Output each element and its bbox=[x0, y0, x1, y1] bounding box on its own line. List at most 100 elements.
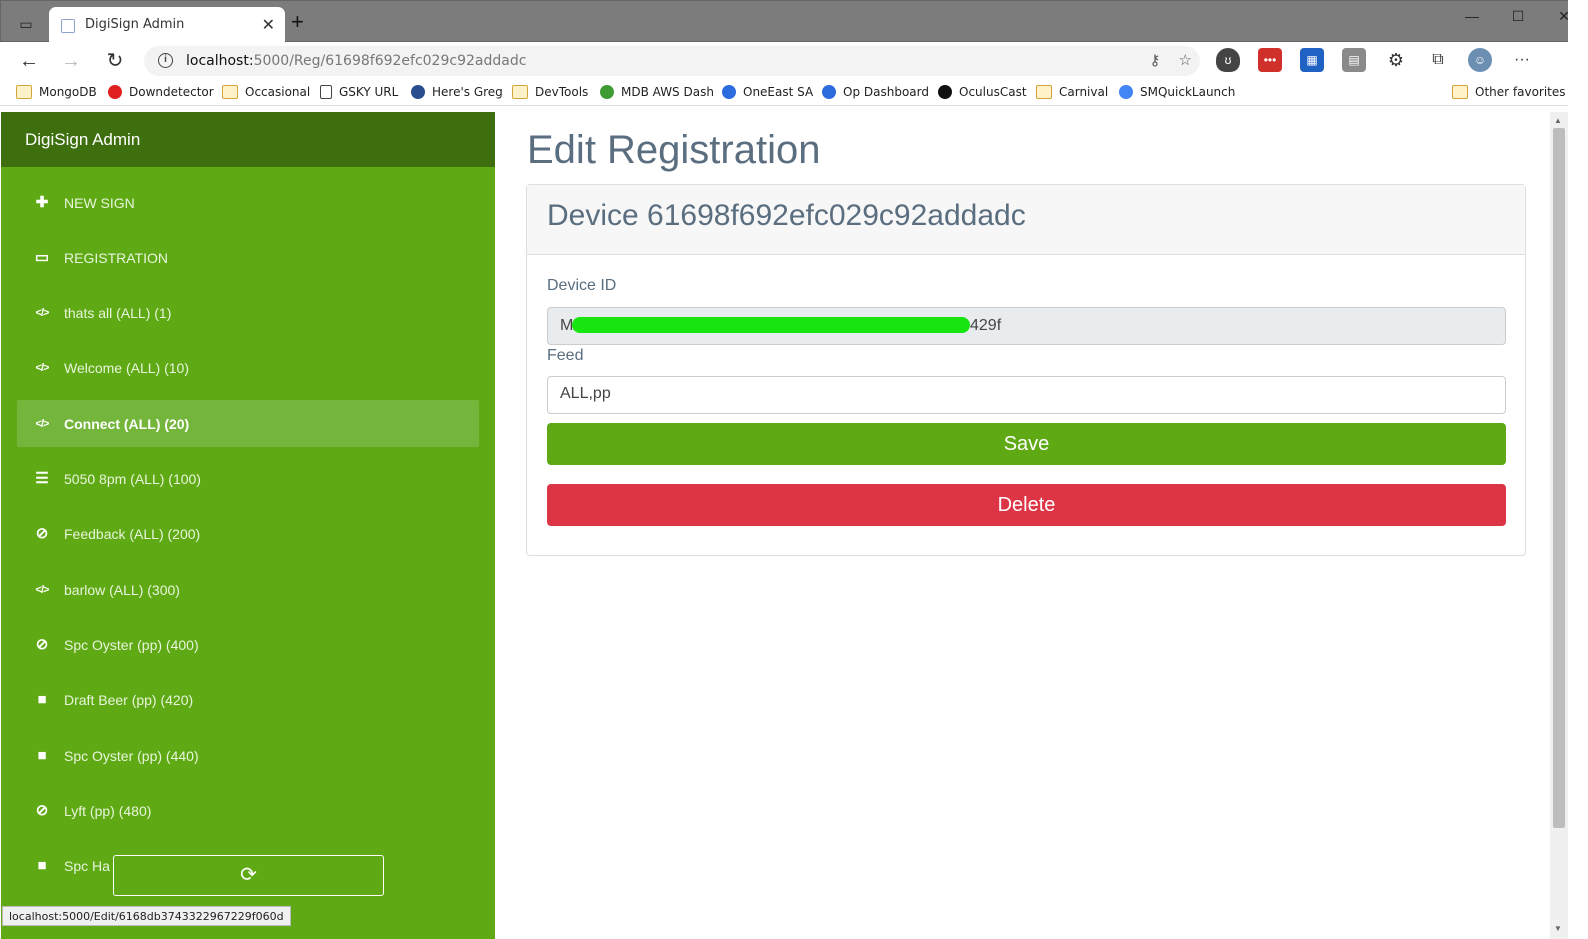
collections-icon[interactable]: ⧉ bbox=[1426, 48, 1450, 72]
profile-avatar[interactable]: ☺ bbox=[1468, 48, 1492, 72]
sidebar: DigiSign Admin ✚ NEW SIGN ▭ REGISTRATION </>… bbox=[1, 112, 495, 939]
save-button[interactable]: Save bbox=[547, 423, 1506, 465]
bookmark-label: OculusCast bbox=[959, 85, 1027, 99]
bookmark-item[interactable]: OculusCast bbox=[938, 83, 1027, 101]
ublock-icon[interactable]: ʊ bbox=[1216, 48, 1240, 72]
sidebar-item[interactable]: ⊘ Spc Oyster (pp) (400) bbox=[17, 621, 479, 668]
close-tab-icon[interactable]: ✕ bbox=[262, 15, 275, 35]
status-bar-url: localhost:5000/Edit/6168db3743322967229f… bbox=[2, 906, 291, 926]
browser-tab[interactable]: DigiSign Admin ✕ bbox=[49, 7, 285, 43]
outlook-icon[interactable]: ▦ bbox=[1300, 48, 1324, 72]
sidebar-item[interactable]: ✚ NEW SIGN bbox=[17, 179, 479, 226]
redaction-mark bbox=[572, 317, 970, 333]
bookmark-item[interactable]: Occasional bbox=[222, 83, 310, 101]
bookmark-label: MDB AWS Dash bbox=[621, 85, 714, 99]
refresh-icon[interactable]: ↻ bbox=[102, 48, 128, 74]
plus-icon: ✚ bbox=[35, 193, 49, 211]
sidebar-item-label: Feedback (ALL) (200) bbox=[64, 526, 201, 543]
extensions-bar: ʊ ••• ▦ ▤ ⚙ ⧉ ☺ ··· bbox=[1216, 48, 1534, 72]
sidebar-item[interactable]: </> thats all (ALL) (1) bbox=[17, 290, 479, 337]
extensions-icon[interactable]: ⚙ bbox=[1384, 48, 1408, 72]
other-favorites[interactable]: Other favorites bbox=[1452, 83, 1566, 101]
sidebar-item-label: REGISTRATION bbox=[64, 249, 168, 266]
add-favorite-icon[interactable]: ☆ bbox=[1179, 51, 1192, 69]
window-controls: — ☐ ✕ bbox=[1449, 1, 1587, 31]
feed-value: ALL,pp bbox=[560, 385, 611, 402]
bookmark-item[interactable]: MongoDB bbox=[16, 83, 97, 101]
sidebar-item-label: Spc Ha bbox=[64, 858, 110, 875]
sidebar-item[interactable]: ⊘ Lyft (pp) (480) bbox=[17, 787, 479, 834]
key-icon[interactable]: ⚷ bbox=[1150, 51, 1161, 69]
bookmark-label: Op Dashboard bbox=[843, 85, 929, 99]
scroll-up-icon[interactable]: ▲ bbox=[1554, 116, 1562, 125]
bookmark-item[interactable]: Here's Greg bbox=[411, 83, 503, 101]
delete-button[interactable]: Delete bbox=[547, 484, 1506, 526]
sidebar-item-label: barlow (ALL) (300) bbox=[64, 581, 180, 598]
bookmark-icon bbox=[600, 85, 614, 99]
sidebar-item[interactable]: </> Welcome (ALL) (10) bbox=[17, 345, 479, 392]
url-host: localhost: bbox=[186, 53, 254, 69]
lastpass-icon[interactable]: ••• bbox=[1258, 48, 1282, 72]
scroll-down-icon[interactable]: ▼ bbox=[1554, 924, 1562, 933]
folder-icon bbox=[1036, 85, 1052, 99]
feed-label: Feed bbox=[547, 347, 584, 364]
sidebar-item[interactable]: ■ Spc Oyster (pp) (440) bbox=[17, 732, 479, 779]
bookmark-icon bbox=[938, 85, 952, 99]
sidebar-item-label: Welcome (ALL) (10) bbox=[64, 360, 190, 377]
video-icon: ■ bbox=[37, 691, 47, 709]
bookmark-item[interactable]: Carnival bbox=[1036, 83, 1108, 101]
bookmark-icon bbox=[822, 85, 836, 99]
sidebar-item-label: Lyft (pp) (480) bbox=[64, 802, 152, 819]
site-info-icon[interactable]: i bbox=[158, 53, 173, 68]
page-title: Edit Registration bbox=[527, 128, 821, 172]
bookmark-item[interactable]: DevTools bbox=[512, 83, 588, 101]
bookmark-item[interactable]: OneEast SA bbox=[722, 83, 813, 101]
scroll-thumb[interactable] bbox=[1553, 128, 1565, 828]
refresh-button[interactable]: ⟳ bbox=[113, 855, 384, 896]
refresh-icon: ⟳ bbox=[240, 864, 257, 886]
window-edge bbox=[1568, 0, 1588, 939]
ban-icon: ⊘ bbox=[35, 525, 49, 543]
sidebar-item-label: thats all (ALL) (1) bbox=[64, 305, 172, 322]
sidebar-item[interactable]: </> Connect (ALL) (20) bbox=[17, 400, 479, 448]
sidebar-item[interactable]: </> barlow (ALL) (300) bbox=[17, 566, 479, 613]
feed-input[interactable]: ALL,pp bbox=[547, 376, 1506, 414]
tab-actions-icon[interactable]: ▭ bbox=[13, 13, 39, 35]
bookmarks-bar: MongoDB Downdetector Occasional GSKY URL Her… bbox=[0, 78, 1588, 106]
device-id-label: Device ID bbox=[547, 277, 617, 294]
code-icon: </> bbox=[35, 307, 50, 320]
new-tab-icon[interactable]: + bbox=[291, 11, 304, 33]
collections-ext-icon[interactable]: ▤ bbox=[1342, 48, 1366, 72]
sidebar-item[interactable]: ▭ REGISTRATION bbox=[17, 234, 479, 281]
more-menu-icon[interactable]: ··· bbox=[1510, 48, 1534, 72]
url-text: localhost:5000/Reg/61698f692efc029c92add… bbox=[186, 53, 526, 69]
brand-title[interactable]: DigiSign Admin bbox=[1, 112, 495, 167]
url-field[interactable]: i localhost:5000/Reg/61698f692efc029c92a… bbox=[144, 46, 1200, 76]
bookmark-item[interactable]: Op Dashboard bbox=[822, 83, 929, 101]
scrollbar[interactable]: ▲ ▼ bbox=[1550, 112, 1568, 939]
sidebar-item[interactable]: ■ Draft Beer (pp) (420) bbox=[17, 677, 479, 724]
code-icon: </> bbox=[35, 417, 50, 430]
bookmark-label: OneEast SA bbox=[743, 85, 814, 99]
url-actions: ⚷ ☆ bbox=[1150, 51, 1192, 69]
back-icon[interactable]: ← bbox=[16, 48, 42, 74]
bookmark-label: MongoDB bbox=[39, 85, 97, 99]
maximize-icon[interactable]: ☐ bbox=[1495, 1, 1541, 31]
url-path: 5000/Reg/61698f692efc029c92addadc bbox=[253, 53, 527, 69]
sidebar-item[interactable]: ⊘ Feedback (ALL) (200) bbox=[17, 511, 479, 558]
card-header: Device 61698f692efc029c92addadc bbox=[527, 185, 1525, 255]
bookmark-item[interactable]: Downdetector bbox=[108, 83, 214, 101]
ban-icon: ⊘ bbox=[35, 635, 49, 653]
bookmark-item[interactable]: GSKY URL bbox=[320, 83, 398, 101]
forward-icon[interactable]: → bbox=[58, 48, 84, 74]
sidebar-item-label: NEW SIGN bbox=[64, 194, 135, 211]
device-id-suffix: 429f bbox=[970, 317, 1002, 334]
sidebar-item[interactable]: ☰ 5050 8pm (ALL) (100) bbox=[17, 456, 479, 503]
bookmark-icon bbox=[320, 85, 332, 99]
align-left-icon: ☰ bbox=[35, 470, 49, 487]
bookmark-label: GSKY URL bbox=[339, 85, 399, 99]
device-id-field: M 429f bbox=[547, 307, 1506, 345]
minimize-icon[interactable]: — bbox=[1449, 1, 1495, 31]
bookmark-item[interactable]: SMQuickLaunch bbox=[1119, 83, 1235, 101]
bookmark-item[interactable]: MDB AWS Dash bbox=[600, 83, 714, 101]
